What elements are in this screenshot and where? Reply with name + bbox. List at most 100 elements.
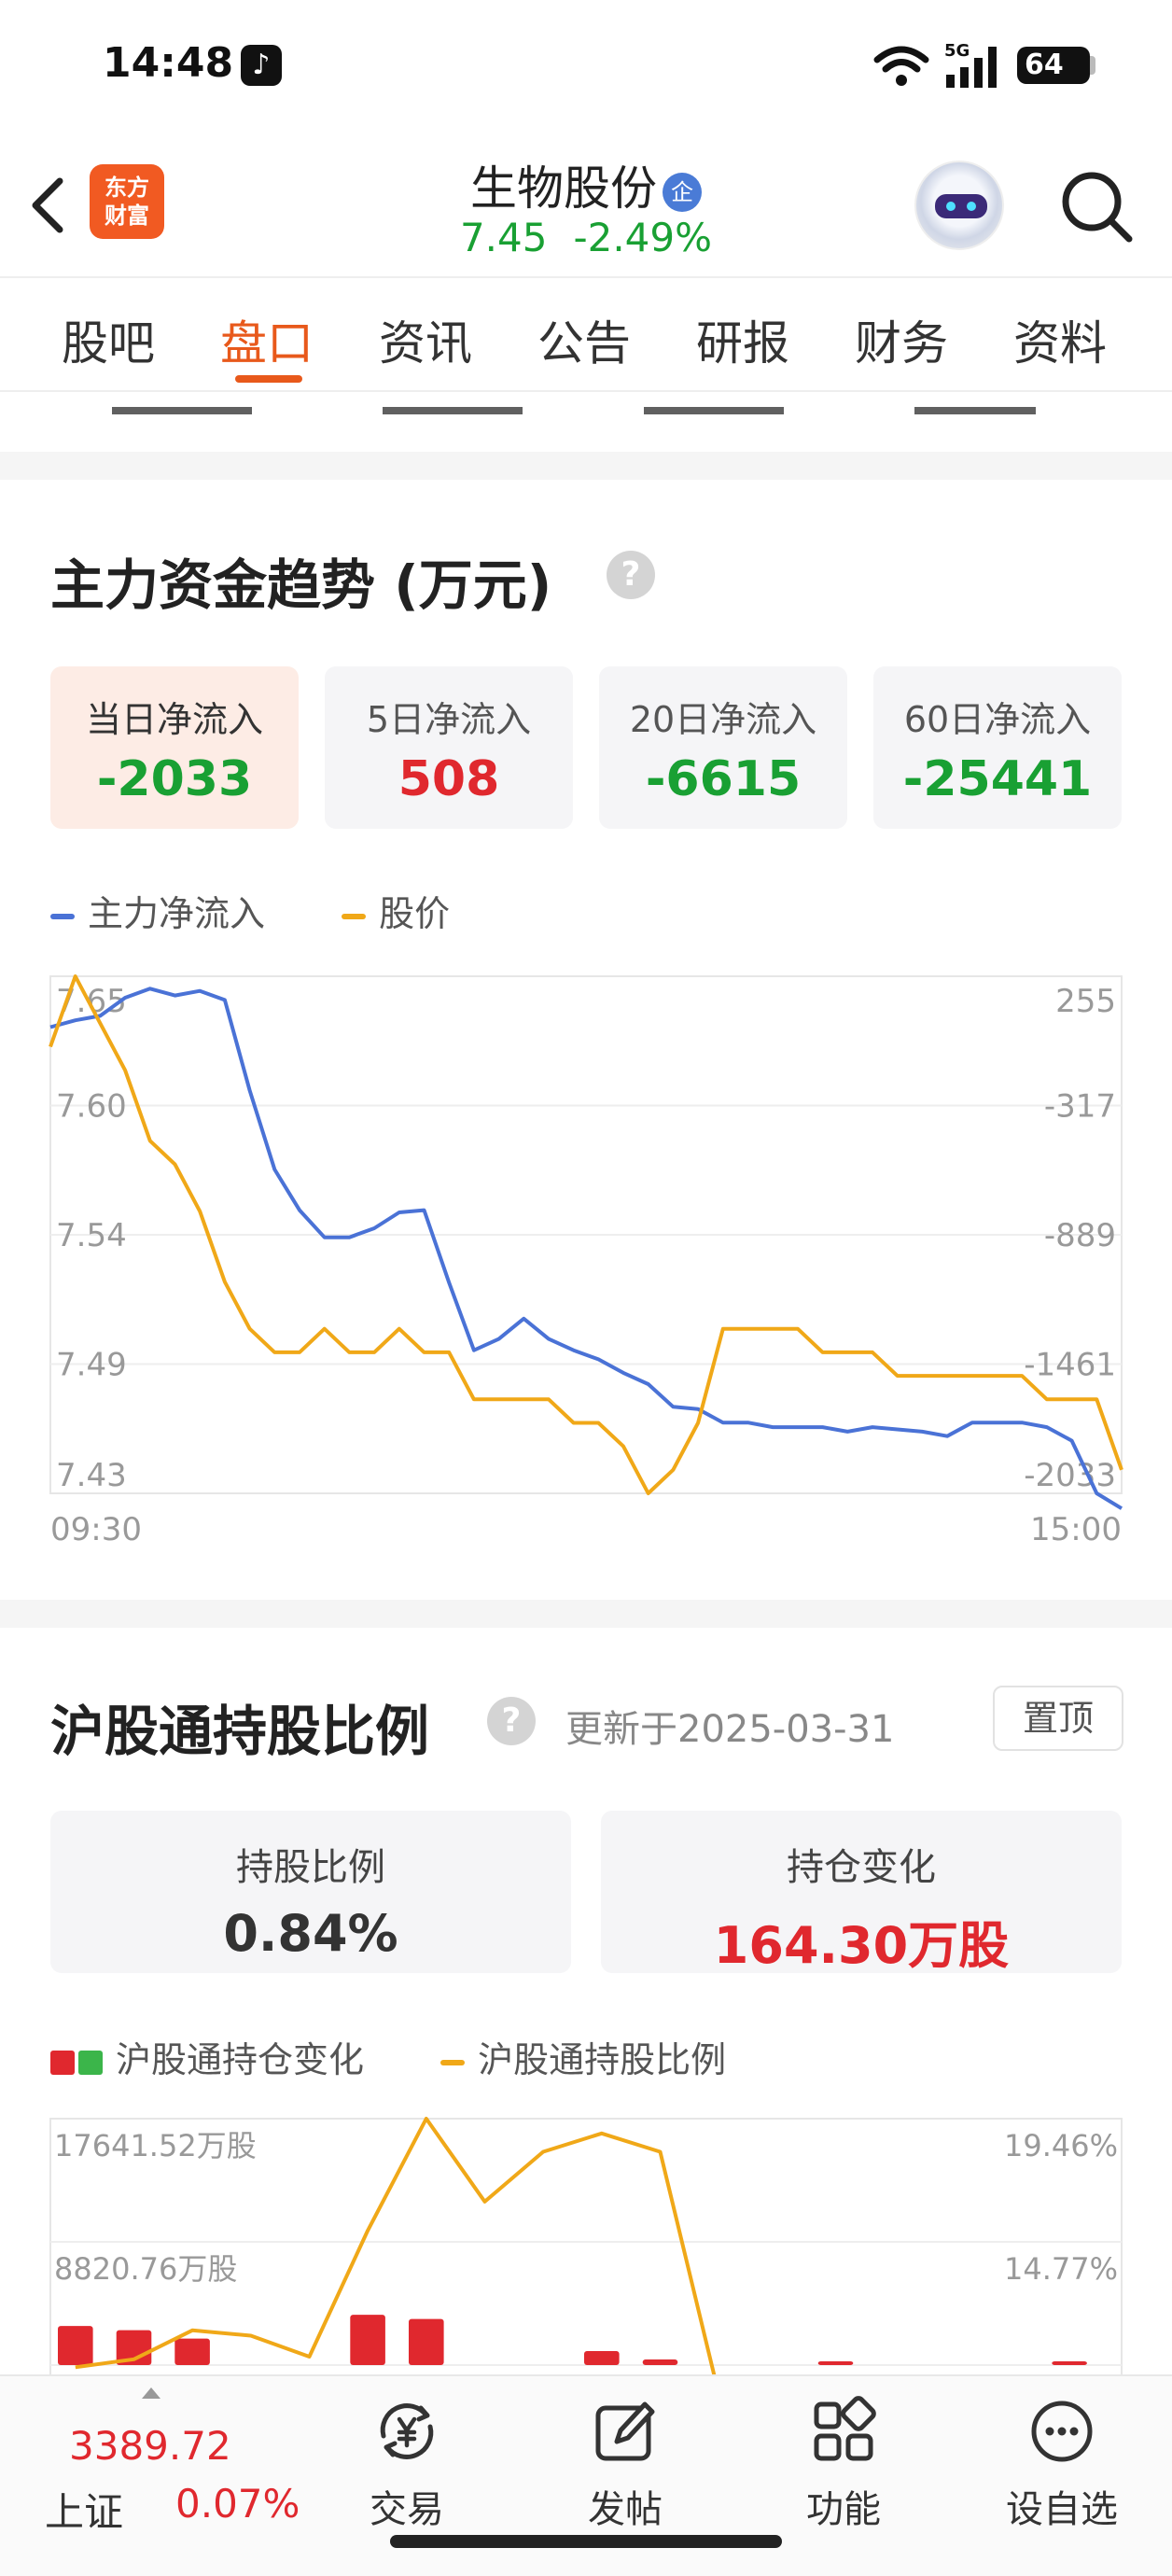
index-value[interactable]: 3389.72 (69, 2423, 231, 2469)
post-button[interactable]: 发帖 (541, 2395, 709, 2533)
home-indicator[interactable] (390, 2535, 782, 2548)
tab-profile[interactable]: 资料 (1013, 306, 1107, 373)
ai-assistant-avatar-icon[interactable] (914, 161, 1004, 250)
help-icon[interactable]: ? (607, 551, 655, 599)
flow-card-label: 当日净流入 (85, 699, 263, 740)
features-button[interactable]: 功能 (760, 2395, 928, 2533)
legend-swatch-green (78, 2050, 103, 2075)
edit-icon (595, 2401, 655, 2461)
right-axis-tick: 14.77% (1004, 2251, 1118, 2287)
left-axis-tick: 7.54 (56, 1217, 127, 1254)
left-axis-tick: 8820.76万股 (54, 2251, 237, 2287)
main-fund-title: 主力资金趋势 (万元) (50, 553, 552, 617)
help-icon[interactable]: ? (487, 1697, 536, 1745)
chart1-legend: 主力净流入 股价 (50, 885, 450, 936)
right-axis-tick: -317 (1044, 1088, 1116, 1126)
add-watchlist-label: 设自选 (1006, 2488, 1118, 2531)
stock-header: 东方 财富 生物股份企 7.45 -2.49% (0, 140, 1172, 275)
tab-guba[interactable]: 股吧 (62, 306, 155, 373)
trade-button[interactable]: 交易 (323, 2395, 491, 2533)
flow-card-60d[interactable]: 60日净流入 -25441 (873, 666, 1122, 829)
more-icon (1031, 2401, 1093, 2462)
robot-eye-left (946, 202, 956, 211)
holding-change-bar (350, 2315, 385, 2365)
right-axis-tick: -2033 (1024, 1457, 1116, 1494)
legend-swatch-red (50, 2050, 75, 2075)
section-divider (0, 1600, 1172, 1628)
index-change[interactable]: 0.07% (175, 2481, 300, 2527)
holding-ratio-value: 0.84% (223, 1904, 398, 1963)
search-icon[interactable] (1054, 164, 1138, 248)
cellular-signal-icon: 5G (944, 41, 997, 88)
flow-card-today[interactable]: 当日净流入 -2033 (50, 666, 299, 829)
stock-name: 生物股份 (470, 161, 657, 216)
holding-ratio-label: 持股比例 (236, 1846, 385, 1889)
stock-price: 7.45 (459, 215, 548, 260)
index-name[interactable]: 上证 (45, 2481, 123, 2538)
flow-card-label: 20日净流入 (629, 699, 817, 740)
network-type-label: 5G (944, 41, 970, 61)
main-fund-chart[interactable]: 7.65 2557.60 -3177.54 -8897.49 -14617.43 -203… (0, 961, 1172, 1568)
left-axis-tick: 7.60 (56, 1088, 127, 1126)
left-axis-tick: 7.49 (56, 1347, 127, 1384)
legend-swatch-blue (50, 913, 75, 919)
left-axis-tick: 17641.52万股 (54, 2128, 257, 2163)
post-label: 发帖 (588, 2488, 663, 2531)
scrolled-content-remnant (0, 392, 1172, 429)
grid-icon (814, 2396, 876, 2461)
right-axis-tick: -889 (1044, 1217, 1116, 1254)
status-bar: 14:48 ♪ 5G 64 (0, 0, 1172, 131)
yen-exchange-icon (380, 2403, 434, 2459)
holding-change-bar (58, 2326, 93, 2365)
tab-news[interactable]: 资讯 (379, 306, 472, 373)
add-watchlist-button[interactable]: 设自选 (978, 2395, 1146, 2533)
flow-card-label: 5日净流入 (366, 699, 532, 740)
flow-card-5d[interactable]: 5日净流入 508 (325, 666, 573, 829)
legend-main-inflow: 主力净流入 (88, 893, 266, 934)
flow-card-value: -6615 (645, 751, 802, 807)
right-axis-tick: -1461 (1024, 1347, 1116, 1384)
tab-announcements[interactable]: 公告 (537, 306, 631, 373)
section-divider (0, 452, 1172, 480)
hsgt-chart[interactable]: 17641.52万股19.46%8820.76万股14.77%0股10.08% (0, 2091, 1172, 2374)
robot-face (935, 194, 987, 218)
remnant-3 (644, 392, 784, 414)
battery-tip (1090, 56, 1095, 75)
pin-to-top-button[interactable]: 置顶 (993, 1686, 1123, 1751)
tiktok-notification-icon: ♪ (241, 45, 282, 86)
holding-change-bar (174, 2338, 210, 2365)
legend-holding-change: 沪股通持仓变化 (116, 2039, 365, 2080)
tab-bar: 股吧 盘口 资讯 公告 研报 财务 资料 (0, 276, 1172, 392)
tab-research[interactable]: 研报 (696, 306, 789, 373)
status-time: 14:48 (103, 39, 234, 87)
stock-change-pct: -2.49% (573, 215, 713, 260)
holding-change-bar (817, 2361, 854, 2365)
wifi-icon (873, 46, 929, 86)
x-axis-tick: 15:00 (1030, 1511, 1122, 1548)
tab-financials[interactable]: 财务 (855, 306, 948, 373)
legend-holding-ratio: 沪股通持股比例 (478, 2039, 727, 2080)
holding-ratio-card: 持股比例 0.84% (50, 1811, 571, 1973)
flow-card-value: 508 (398, 751, 500, 807)
holding-change-value: 164.30万股 (713, 1916, 1010, 1975)
left-axis-tick: 7.43 (56, 1457, 127, 1494)
right-axis-tick: 255 (1055, 983, 1116, 1020)
update-date: 更新于2025-03-31 (565, 1708, 895, 1751)
remnant-1 (112, 392, 252, 414)
caret-up-icon[interactable] (142, 2387, 160, 2399)
enterprise-verified-icon: 企 (663, 172, 702, 212)
legend-price: 股价 (379, 893, 451, 934)
chart2-legend: 沪股通持仓变化 沪股通持股比例 (50, 2031, 726, 2082)
holding-change-bar (584, 2351, 620, 2365)
flow-card-20d[interactable]: 20日净流入 -6615 (599, 666, 847, 829)
tab-pankou[interactable]: 盘口 (220, 306, 314, 373)
holding-change-card: 持仓变化 164.30万股 (601, 1811, 1122, 1975)
holding-change-label: 持仓变化 (787, 1846, 936, 1889)
remnant-4 (914, 392, 1036, 414)
flow-card-label: 60日净流入 (903, 699, 1092, 740)
legend-swatch-orange (342, 913, 367, 919)
right-axis-tick: 19.46% (1004, 2128, 1118, 2163)
hsgt-title: 沪股通持股比例 (50, 1700, 430, 1763)
legend-swatch-orange (440, 2059, 466, 2065)
features-label: 功能 (806, 2488, 881, 2531)
